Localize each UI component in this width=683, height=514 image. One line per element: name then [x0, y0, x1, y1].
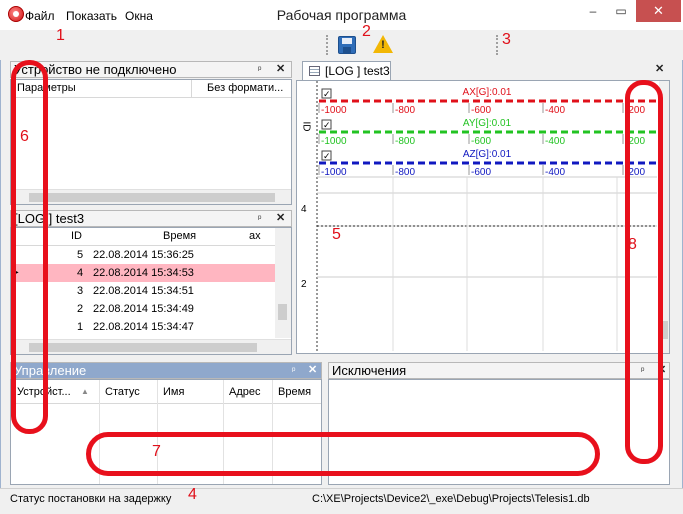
cell-id: 5: [77, 249, 84, 261]
hscroll-thumb[interactable]: [29, 343, 257, 352]
col-name[interactable]: Имя: [163, 380, 184, 404]
table-row[interactable]: 2 22.08.2014 15:34:49: [11, 300, 275, 318]
log-panel-pin-icon[interactable]: ᵖ: [258, 213, 261, 223]
col-divider: [191, 80, 192, 97]
toolbar-grip-icon[interactable]: [326, 35, 329, 55]
annotation-number: 4: [188, 486, 197, 503]
log-grid-vscrollbar[interactable]: [275, 228, 291, 338]
close-button[interactable]: ✕: [636, 0, 681, 22]
series-tick-label: -600: [471, 105, 491, 116]
table-row[interactable]: 3 22.08.2014 15:34:51: [11, 282, 275, 300]
y-tick-label: 4: [301, 204, 307, 215]
col-status[interactable]: Статус: [105, 380, 140, 404]
minimize-button[interactable]: –: [579, 0, 607, 22]
series-tick-label: -1000: [321, 167, 347, 178]
document-icon: [309, 66, 320, 76]
cell-time: 22.08.2014 15:36:25: [93, 249, 194, 261]
table-row[interactable]: 1 22.08.2014 15:34:47: [11, 318, 275, 336]
series-name: AZ[G]:0.01: [463, 149, 512, 160]
control-panel-title: Управление: [10, 362, 322, 379]
series-tick-label: -1000: [321, 136, 347, 147]
cell-id: 2: [77, 303, 84, 315]
annotation-number: 7: [152, 443, 161, 460]
cell-id: 3: [77, 285, 84, 297]
vscroll-thumb[interactable]: [278, 304, 287, 320]
sort-up-icon[interactable]: ▲: [81, 380, 89, 404]
log-grid[interactable]: ID Время ax 5 22.08.2014 15:36:25 ▶ 4 22…: [10, 227, 292, 355]
toolbar-grip-icon-2[interactable]: [496, 35, 499, 55]
cell-id: 1: [77, 321, 84, 333]
annotation-outline-7: [86, 432, 600, 476]
maximize-button[interactable]: ▭: [607, 0, 635, 22]
chart-area[interactable]: ✓ AX[G]:0.01 -1000 -800 -600 -400 -200 ✓ AY[G]:0…: [296, 80, 670, 354]
tab-close-icon[interactable]: ✕: [655, 62, 664, 75]
series-tick-label: -400: [545, 167, 565, 178]
series-tick-label: -400: [545, 105, 565, 116]
device-panel-close-icon[interactable]: ✕: [276, 62, 285, 75]
annotation-outline-6: [11, 60, 48, 434]
chart-svg: ✓ AX[G]:0.01-1000 -800 -600 -400 -200✓ AY[G]:0…: [316, 81, 657, 353]
menu-file[interactable]: Файл: [25, 9, 55, 23]
menu-show[interactable]: Показать: [66, 9, 117, 23]
col-ax[interactable]: ax: [249, 228, 261, 245]
control-panel-close-icon[interactable]: ✕: [308, 363, 317, 376]
series-name: AY[G]:0.01: [463, 118, 512, 129]
device-params-grid[interactable]: Параметры Без формати...: [10, 79, 292, 205]
series-name: AX[G]:0.01: [463, 87, 512, 98]
device-grid-header: Параметры Без формати...: [11, 80, 291, 98]
chart-side-label: ID: [300, 121, 312, 132]
annotation-number: 8: [628, 236, 637, 253]
status-db-path: C:\XE\Projects\Device2\_exe\Debug\Projec…: [312, 493, 590, 505]
tab-log-test3[interactable]: [LOG ] test3: [302, 61, 391, 81]
series-tick-label: -800: [395, 105, 415, 116]
status-text: Статус постановки на задержку: [10, 493, 172, 505]
annotation-number: 6: [20, 128, 29, 145]
hscroll-thumb[interactable]: [29, 193, 275, 202]
table-row[interactable]: 5 22.08.2014 15:36:25: [11, 246, 275, 264]
log-panel-title: [LOG ] test3: [10, 210, 292, 227]
menu-windows[interactable]: Окна: [125, 9, 153, 23]
series-tick-label: -600: [471, 136, 491, 147]
series-tick-label: -600: [471, 167, 491, 178]
cell-time: 22.08.2014 15:34:53: [93, 267, 194, 279]
log-grid-header: ID Время ax: [11, 228, 275, 246]
series-tick-label: -800: [395, 167, 415, 178]
annotation-number: 3: [502, 31, 511, 48]
series-tick-label: -400: [545, 136, 565, 147]
device-panel-title: Устройство не подключено: [10, 61, 292, 78]
exceptions-panel-title: Исключения: [328, 362, 670, 379]
y-tick-label: 2: [301, 279, 307, 290]
cell-time: 22.08.2014 15:34:47: [93, 321, 194, 333]
series-tick-label: -1000: [321, 105, 347, 116]
control-panel-pin-icon[interactable]: ᵖ: [292, 365, 295, 375]
annotation-number: 1: [56, 27, 65, 44]
series-check-icon: ✓: [323, 89, 331, 99]
device-panel-pin-icon[interactable]: ᵖ: [258, 64, 261, 74]
control-grid-header: Устройст... ▲ Статус Имя Адрес Время: [11, 380, 321, 404]
save-icon[interactable]: [338, 36, 356, 54]
cell-time: 22.08.2014 15:34:49: [93, 303, 194, 315]
table-row-selected[interactable]: ▶ 4 22.08.2014 15:34:53: [11, 264, 275, 282]
col-time[interactable]: Время: [278, 380, 311, 404]
annotation-number: 5: [332, 226, 341, 243]
warning-mark-icon: !: [381, 39, 385, 51]
series-check-icon: ✓: [323, 120, 331, 130]
col-time[interactable]: Время: [163, 228, 196, 245]
log-panel-close-icon[interactable]: ✕: [276, 211, 285, 224]
cell-id: 4: [77, 267, 84, 279]
device-grid-hscrollbar[interactable]: [11, 189, 291, 204]
col-address[interactable]: Адрес: [229, 380, 261, 404]
col-format[interactable]: Без формати...: [207, 80, 283, 97]
annotation-outline-8: [625, 80, 663, 464]
log-rows: 5 22.08.2014 15:36:25 ▶ 4 22.08.2014 15:…: [11, 246, 275, 336]
series-check-icon: ✓: [323, 151, 331, 161]
tab-label: [LOG ] test3: [325, 64, 390, 78]
col-id[interactable]: ID: [71, 228, 82, 245]
log-grid-hscrollbar[interactable]: [11, 339, 291, 354]
series-tick-label: -800: [395, 136, 415, 147]
cell-time: 22.08.2014 15:34:51: [93, 285, 194, 297]
annotation-number: 2: [362, 23, 371, 40]
